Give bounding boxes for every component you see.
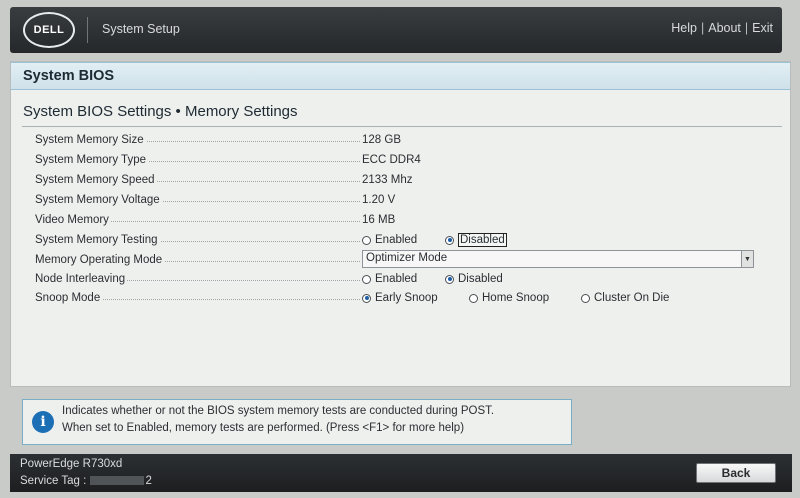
radio-label: Enabled bbox=[375, 273, 418, 285]
setting-label: System Memory Voltage bbox=[35, 194, 162, 206]
top-header-bar: DELL System Setup Help | About | Exit bbox=[10, 7, 782, 53]
snoop-cluster-on-die-radio[interactable]: Cluster On Die bbox=[581, 292, 669, 304]
app-title: System Setup bbox=[102, 22, 180, 36]
help-text-line-1: Indicates whether or not the BIOS system… bbox=[62, 405, 495, 417]
setting-label: System Memory Speed bbox=[35, 174, 157, 186]
help-box: i Indicates whether or not the BIOS syst… bbox=[22, 399, 572, 445]
radio-unselected-icon bbox=[362, 235, 371, 245]
help-link[interactable]: Help bbox=[671, 21, 697, 35]
link-separator: | bbox=[744, 21, 749, 35]
service-tag-value: 2 bbox=[145, 475, 152, 487]
setting-label: System Memory Testing bbox=[35, 234, 160, 246]
setting-row-memory-size: System Memory Size 128 GB bbox=[35, 131, 785, 149]
radio-label: Enabled bbox=[375, 234, 418, 246]
exit-link[interactable]: Exit bbox=[752, 21, 773, 35]
bios-header: System BIOS bbox=[11, 62, 790, 90]
system-model: PowerEdge R730xd bbox=[20, 458, 123, 470]
memory-testing-disabled-radio[interactable]: Disabled bbox=[445, 233, 507, 247]
snoop-home-radio[interactable]: Home Snoop bbox=[469, 292, 549, 304]
header-links: Help | About | Exit bbox=[671, 21, 773, 35]
setting-value: ECC DDR4 bbox=[362, 154, 421, 166]
header-divider bbox=[87, 17, 88, 43]
node-interleaving-disabled-radio[interactable]: Disabled bbox=[445, 273, 503, 285]
node-interleaving-enabled-radio[interactable]: Enabled bbox=[362, 273, 417, 285]
radio-label: Early Snoop bbox=[375, 292, 438, 304]
radio-selected-icon bbox=[445, 274, 454, 284]
setting-row-memory-testing: System Memory Testing Enabled Disabled bbox=[35, 231, 785, 249]
setting-label: Video Memory bbox=[35, 214, 111, 226]
setting-row-video-memory: Video Memory 16 MB bbox=[35, 211, 785, 229]
radio-label: Home Snoop bbox=[482, 292, 550, 304]
radio-label: Disabled bbox=[458, 233, 507, 247]
radio-label: Cluster On Die bbox=[594, 292, 670, 304]
dell-logo: DELL bbox=[23, 12, 75, 48]
service-tag-label: Service Tag : bbox=[20, 475, 87, 487]
setting-value: 16 MB bbox=[362, 214, 396, 226]
radio-unselected-icon bbox=[362, 274, 371, 284]
page-title: System BIOS Settings • Memory Settings bbox=[23, 103, 298, 120]
setting-value: 128 GB bbox=[362, 134, 401, 146]
title-divider bbox=[22, 126, 782, 127]
back-button[interactable]: Back bbox=[696, 463, 776, 483]
radio-unselected-icon bbox=[469, 293, 478, 303]
bios-header-title: System BIOS bbox=[23, 68, 115, 84]
bottom-bar: PowerEdge R730xd Service Tag : 2 Back bbox=[10, 454, 792, 492]
redacted-block bbox=[90, 476, 145, 486]
setting-label: System Memory Type bbox=[35, 154, 148, 166]
setting-value: 1.20 V bbox=[362, 194, 396, 206]
radio-selected-icon bbox=[445, 235, 454, 245]
setting-row-memory-voltage: System Memory Voltage 1.20 V bbox=[35, 191, 785, 209]
operating-mode-select[interactable]: Optimizer Mode ▼ bbox=[362, 250, 754, 268]
memory-testing-enabled-radio[interactable]: Enabled bbox=[362, 234, 417, 246]
setting-row-node-interleaving: Node Interleaving Enabled Disabled bbox=[35, 270, 785, 288]
setting-row-memory-type: System Memory Type ECC DDR4 bbox=[35, 151, 785, 169]
info-icon: i bbox=[32, 411, 54, 433]
snoop-early-radio[interactable]: Early Snoop bbox=[362, 292, 438, 304]
setting-label: Memory Operating Mode bbox=[35, 254, 165, 266]
setting-label: System Memory Size bbox=[35, 134, 146, 146]
setting-row-operating-mode: Memory Operating Mode Optimizer Mode ▼ bbox=[35, 250, 785, 269]
setting-label: Snoop Mode bbox=[35, 292, 103, 304]
radio-selected-icon bbox=[362, 293, 371, 303]
radio-label: Disabled bbox=[458, 273, 503, 285]
about-link[interactable]: About bbox=[708, 21, 741, 35]
help-text-line-2: When set to Enabled, memory tests are pe… bbox=[62, 422, 465, 434]
setting-row-memory-speed: System Memory Speed 2133 Mhz bbox=[35, 171, 785, 189]
radio-unselected-icon bbox=[581, 293, 590, 303]
setting-row-snoop-mode: Snoop Mode Early Snoop Home Snoop Cluste… bbox=[35, 289, 785, 307]
service-tag: Service Tag : 2 bbox=[20, 475, 152, 487]
select-value: Optimizer Mode bbox=[366, 252, 448, 264]
setting-label: Node Interleaving bbox=[35, 273, 128, 285]
dropdown-arrow-icon[interactable]: ▼ bbox=[741, 251, 753, 267]
link-separator: | bbox=[700, 21, 705, 35]
main-panel: System BIOS System BIOS Settings • Memor… bbox=[10, 61, 791, 387]
setting-value: 2133 Mhz bbox=[362, 174, 413, 186]
